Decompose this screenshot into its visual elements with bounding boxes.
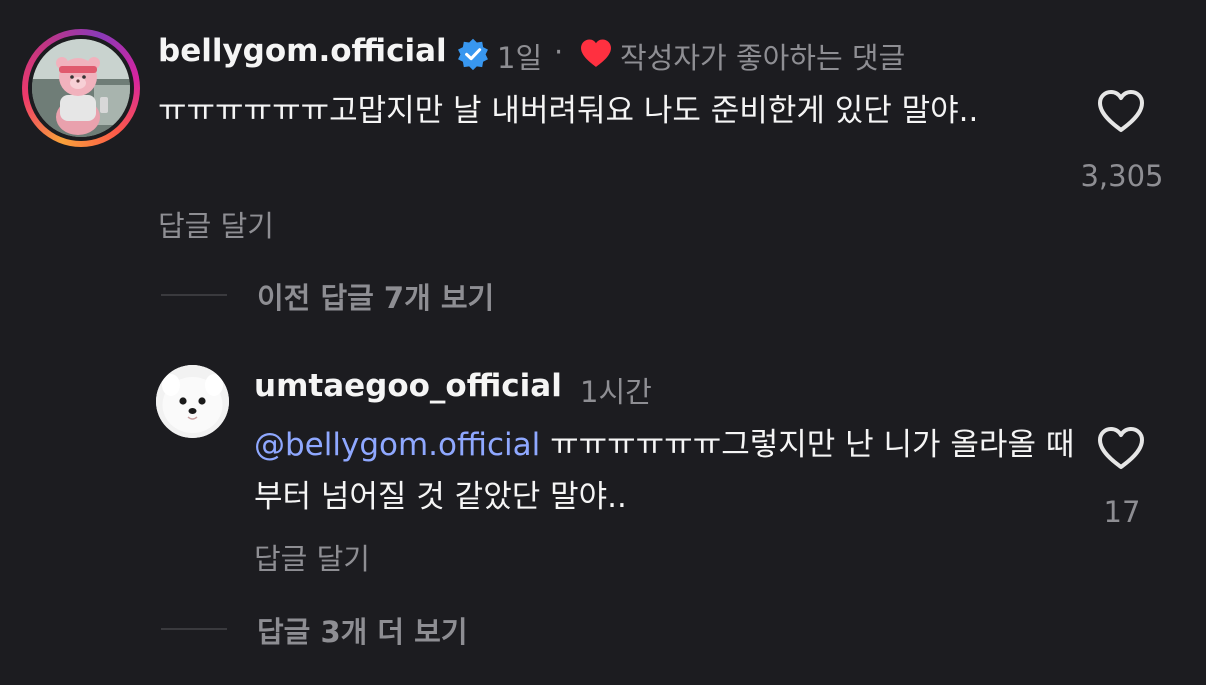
like-count: 3,305 — [1080, 159, 1164, 193]
reply-avatar[interactable] — [156, 365, 229, 438]
verified-badge-icon — [456, 37, 490, 71]
avatar[interactable] — [32, 39, 130, 137]
comment-username[interactable]: bellygom.official — [158, 33, 447, 69]
reply-button[interactable]: 답글 달기 — [158, 203, 274, 245]
view-more-replies-button[interactable]: 답글 3개 더 보기 — [257, 609, 468, 651]
reply-username[interactable]: umtaegoo_official — [254, 368, 562, 404]
divider — [161, 628, 227, 630]
reply-text: @bellygom.official ㅠㅠㅠㅠㅠㅠ그렇지만 난 니가 올라올 때… — [254, 419, 1084, 523]
liked-by-author-label: 작성자가 좋아하는 댓글 — [620, 41, 906, 75]
like-count: 17 — [1103, 495, 1141, 529]
comment-timestamp: 1일 — [497, 41, 543, 75]
reply-button[interactable]: 답글 달기 — [254, 536, 370, 578]
heart-outline-icon[interactable] — [1096, 425, 1146, 471]
view-previous-replies-button[interactable]: 이전 답글 7개 보기 — [257, 275, 494, 317]
mention-link[interactable]: @bellygom.official — [254, 427, 540, 463]
heart-outline-icon[interactable] — [1096, 88, 1146, 134]
comment-text: ㅠㅠㅠㅠㅠㅠ고맙지만 날 내버려둬요 나도 준비한게 있단 말야.. — [158, 93, 979, 129]
comments-thread: bellygom.official 1일 · 작성자가 좋아하는 댓글 ㅠㅠㅠㅠ… — [0, 0, 1206, 685]
heart-filled-icon — [579, 38, 613, 68]
meta-separator: · — [554, 35, 564, 69]
divider — [161, 294, 227, 296]
reply-timestamp: 1시간 — [580, 375, 652, 409]
